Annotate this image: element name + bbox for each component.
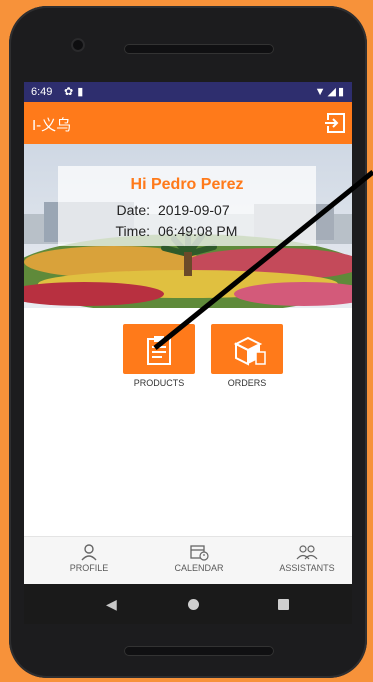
time-value: 06:49:08 PM xyxy=(158,223,238,239)
time-label: Time: xyxy=(115,223,150,239)
exit-icon[interactable] xyxy=(324,112,346,134)
app-title: I-义乌 xyxy=(32,117,72,134)
app-bar: I-义乌 xyxy=(24,102,352,144)
nav-profile-label: PROFILE xyxy=(69,563,109,573)
sim-card-icon: ▮ xyxy=(77,86,88,98)
recent-apps-icon[interactable] xyxy=(278,599,289,610)
products-label[interactable]: PRODUCTS xyxy=(114,378,204,388)
nav-profile[interactable]: PROFILE xyxy=(44,537,134,585)
status-time: 6:49 xyxy=(31,86,53,98)
calendar-icon xyxy=(190,545,209,561)
greeting-text: Hi Pedro Perez xyxy=(130,176,244,193)
gear-icon: ✿ xyxy=(64,86,78,98)
phone-frame: 6:49 ✿▮ ▼◢▮ I-义乌 Hi Pedro Perez Date: 20… xyxy=(9,6,367,678)
front-camera xyxy=(71,38,85,52)
products-button[interactable] xyxy=(123,324,195,374)
nav-assistants-label: ASSISTANTS xyxy=(279,563,335,573)
greeting-card: Hi Pedro Perez Date: 2019-09-07 Time: 06… xyxy=(58,166,316,246)
clipboard-icon xyxy=(147,336,171,365)
person-icon xyxy=(81,544,97,561)
boxes-icon xyxy=(233,336,266,366)
back-icon[interactable]: ◀ xyxy=(106,596,117,613)
nav-assistants[interactable]: ASSISTANTS xyxy=(262,537,352,585)
home-icon[interactable] xyxy=(188,599,199,610)
signal-icon: ◢ xyxy=(327,86,338,98)
nav-calendar-label: CALENDAR xyxy=(174,563,224,573)
group-icon xyxy=(296,545,318,560)
earpiece-speaker xyxy=(124,44,274,54)
screen: 6:49 ✿▮ ▼◢▮ I-义乌 Hi Pedro Perez Date: 20… xyxy=(24,82,352,640)
screen-bottom-bezel xyxy=(24,624,352,640)
banner-photo: Hi Pedro Perez Date: 2019-09-07 Time: 06… xyxy=(24,144,352,308)
battery-icon: ▮ xyxy=(337,86,346,98)
status-bar: 6:49 ✿▮ ▼◢▮ xyxy=(24,82,352,102)
status-left-icons: ✿▮ xyxy=(64,85,87,98)
bottom-navigation: PROFILE CALENDAR ASSISTANTS xyxy=(24,536,352,585)
date-value: 2019-09-07 xyxy=(158,202,230,218)
wifi-icon: ▼ xyxy=(314,86,328,98)
status-right-icons: ▼◢▮ xyxy=(315,85,346,98)
orders-button[interactable] xyxy=(211,324,283,374)
system-navigation-bar: ◀ xyxy=(24,584,352,624)
bottom-speaker xyxy=(124,646,274,656)
orders-label[interactable]: ORDERS xyxy=(202,378,292,388)
date-label: Date: xyxy=(116,202,150,218)
nav-calendar[interactable]: CALENDAR xyxy=(154,537,244,585)
